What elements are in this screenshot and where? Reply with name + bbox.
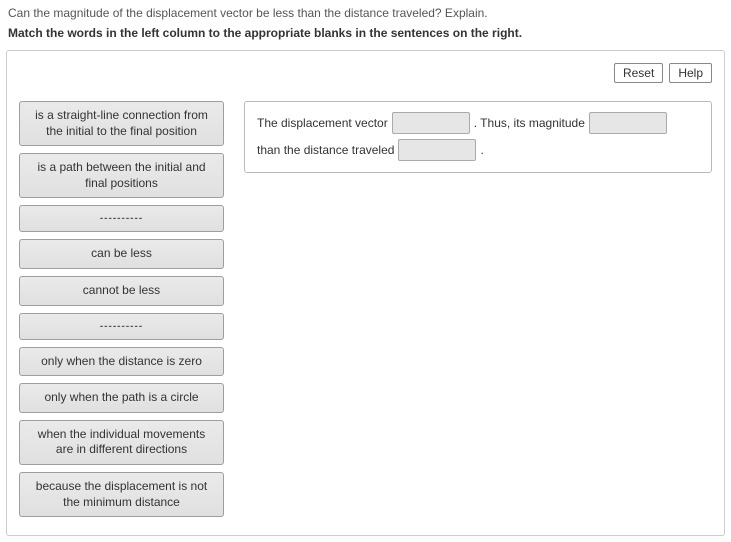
word-tile[interactable]: only when the path is a circle [19,383,224,413]
reset-button[interactable]: Reset [614,63,663,83]
blank-slot[interactable] [392,112,470,134]
word-tile[interactable]: because the displacement is not the mini… [19,472,224,517]
word-bank: is a straight-line connection from the i… [19,101,224,517]
sentence-text: . [480,139,483,162]
help-button[interactable]: Help [669,63,712,83]
sentence-text: . Thus, its magnitude [474,112,585,135]
instruction-text: Match the words in the left column to th… [8,26,723,40]
word-tile[interactable]: can be less [19,239,224,269]
word-tile-divider[interactable]: ---------- [19,313,224,340]
sentence-text: The displacement vector [257,112,388,135]
blank-slot[interactable] [589,112,667,134]
word-tile[interactable]: is a path between the initial and final … [19,153,224,198]
word-tile[interactable]: cannot be less [19,276,224,306]
sentence-text: than the distance traveled [257,139,394,162]
question-text: Can the magnitude of the displacement ve… [8,6,723,20]
exercise-panel: Reset Help is a straight-line connection… [6,50,725,536]
toolbar: Reset Help [614,63,712,83]
blank-slot[interactable] [398,139,476,161]
word-tile[interactable]: when the individual movements are in dif… [19,420,224,465]
word-tile[interactable]: is a straight-line connection from the i… [19,101,224,146]
sentence-dropzone: The displacement vector . Thus, its magn… [244,101,712,173]
word-tile-divider[interactable]: ---------- [19,205,224,232]
word-tile[interactable]: only when the distance is zero [19,347,224,377]
